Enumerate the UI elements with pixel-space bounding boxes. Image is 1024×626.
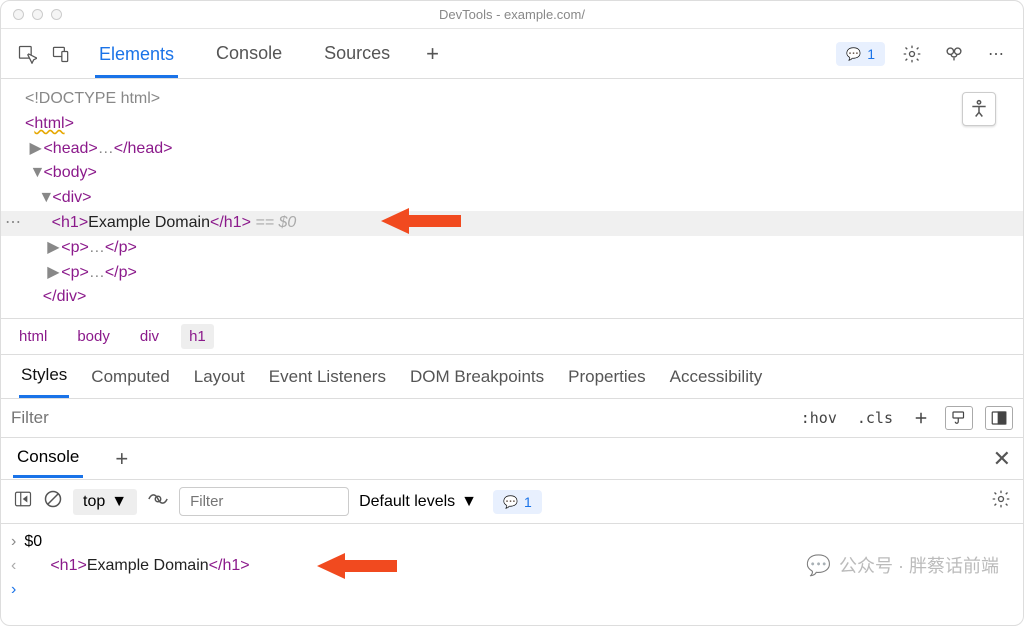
hover-toggle[interactable]: :hov	[791, 409, 847, 427]
console-drawer-header: Console + ✕	[1, 438, 1023, 480]
execution-context-select[interactable]: top ▼	[73, 489, 137, 515]
clear-console-icon[interactable]	[43, 489, 63, 514]
dom-line-p1[interactable]: ▶<p>…</p>	[25, 236, 1011, 261]
dom-line-h1-selected[interactable]: <h1>Example Domain</h1> == $0	[1, 211, 1023, 236]
subtab-properties[interactable]: Properties	[566, 357, 647, 397]
title-bar: DevTools - example.com/	[1, 1, 1023, 29]
subtab-computed[interactable]: Computed	[89, 357, 171, 397]
subtab-accessibility[interactable]: Accessibility	[668, 357, 765, 397]
styles-filter-row: :hov .cls	[1, 398, 1023, 438]
new-style-rule-icon[interactable]	[903, 409, 939, 427]
tab-console[interactable]: Console	[212, 31, 286, 76]
chevron-down-icon: ▼	[461, 493, 477, 511]
paint-brush-icon[interactable]	[945, 406, 973, 430]
subtab-styles[interactable]: Styles	[19, 355, 69, 398]
breadcrumb-body[interactable]: body	[69, 324, 118, 349]
layout-panel-icon[interactable]	[985, 406, 1013, 430]
console-filter-input[interactable]	[179, 487, 349, 516]
breadcrumb-h1[interactable]: h1	[181, 324, 214, 349]
chevron-right-icon: ›	[11, 533, 16, 551]
dom-line-doctype[interactable]: <!DOCTYPE html>	[25, 87, 1011, 112]
console-output[interactable]: ›$0 ‹<h1>Example Domain</h1> › 公众号 · 胖蔡话…	[1, 524, 1023, 608]
context-label: top	[83, 493, 105, 511]
console-input-row[interactable]: › $0	[11, 530, 1013, 554]
breadcrumb-div[interactable]: div	[132, 324, 167, 349]
subtab-layout[interactable]: Layout	[192, 357, 247, 397]
watermark: 公众号 · 胖蔡话前端	[806, 552, 999, 578]
settings-gear-icon[interactable]	[897, 39, 927, 69]
subtab-event-listeners[interactable]: Event Listeners	[267, 357, 388, 397]
close-window[interactable]	[13, 9, 24, 20]
main-tab-bar: Elements Console Sources + 1 ⋯	[1, 29, 1023, 79]
tab-sources[interactable]: Sources	[320, 31, 394, 76]
experiments-icon[interactable]	[939, 39, 969, 69]
more-menu-icon[interactable]: ⋯	[981, 39, 1011, 69]
subtab-dom-breakpoints[interactable]: DOM Breakpoints	[408, 357, 546, 397]
issues-count: 1	[867, 46, 875, 62]
console-sidebar-toggle-icon[interactable]	[13, 490, 33, 513]
breadcrumb-html[interactable]: html	[11, 324, 55, 349]
console-add-tab-icon[interactable]: +	[115, 446, 128, 472]
console-settings-icon[interactable]	[991, 489, 1011, 514]
device-toggle-icon[interactable]	[47, 40, 75, 68]
minimize-window[interactable]	[32, 9, 43, 20]
zoom-window[interactable]	[51, 9, 62, 20]
window-title: DevTools - example.com/	[439, 7, 585, 22]
styles-tab-bar: Styles Computed Layout Event Listeners D…	[1, 354, 1023, 398]
tab-elements[interactable]: Elements	[95, 32, 178, 78]
console-prompt-row[interactable]: ›	[11, 578, 1013, 602]
console-input-text: $0	[24, 533, 42, 551]
elements-dom-tree[interactable]: <!DOCTYPE html> <html> ▶<head>…</head> ▼…	[1, 79, 1023, 318]
issues-button[interactable]: 1	[836, 42, 885, 66]
inspect-element-icon[interactable]	[13, 40, 41, 68]
log-levels-select[interactable]: Default levels ▼	[359, 493, 477, 511]
styles-filter-input[interactable]	[1, 408, 791, 428]
chevron-right-icon: ›	[11, 581, 16, 599]
annotation-arrow-1	[381, 206, 461, 236]
dom-line-p2[interactable]: ▶<p>…</p>	[25, 261, 1011, 286]
annotation-arrow-2	[317, 551, 397, 581]
console-issues-button[interactable]: 1	[493, 490, 542, 514]
breadcrumbs: html body div h1	[1, 318, 1023, 354]
levels-label: Default levels	[359, 493, 455, 511]
dom-line-div-close[interactable]: </div>	[25, 285, 1011, 310]
window-controls	[13, 9, 62, 20]
console-close-icon[interactable]: ✕	[993, 446, 1011, 472]
dom-line-html[interactable]: <html>	[25, 112, 1011, 137]
console-drawer-tab[interactable]: Console	[13, 439, 83, 478]
live-expression-icon[interactable]	[147, 491, 169, 512]
console-issues-count: 1	[524, 494, 532, 510]
dom-line-div[interactable]: ▼<div>	[25, 186, 1011, 211]
dom-line-body[interactable]: ▼<body>	[25, 161, 1011, 186]
add-tab-icon[interactable]: +	[426, 41, 439, 67]
chevron-down-icon: ▼	[111, 493, 127, 511]
chevron-left-icon: ‹	[11, 557, 16, 575]
dom-line-head[interactable]: ▶<head>…</head>	[25, 137, 1011, 162]
console-toolbar: top ▼ Default levels ▼ 1	[1, 480, 1023, 524]
class-toggle[interactable]: .cls	[847, 409, 903, 427]
